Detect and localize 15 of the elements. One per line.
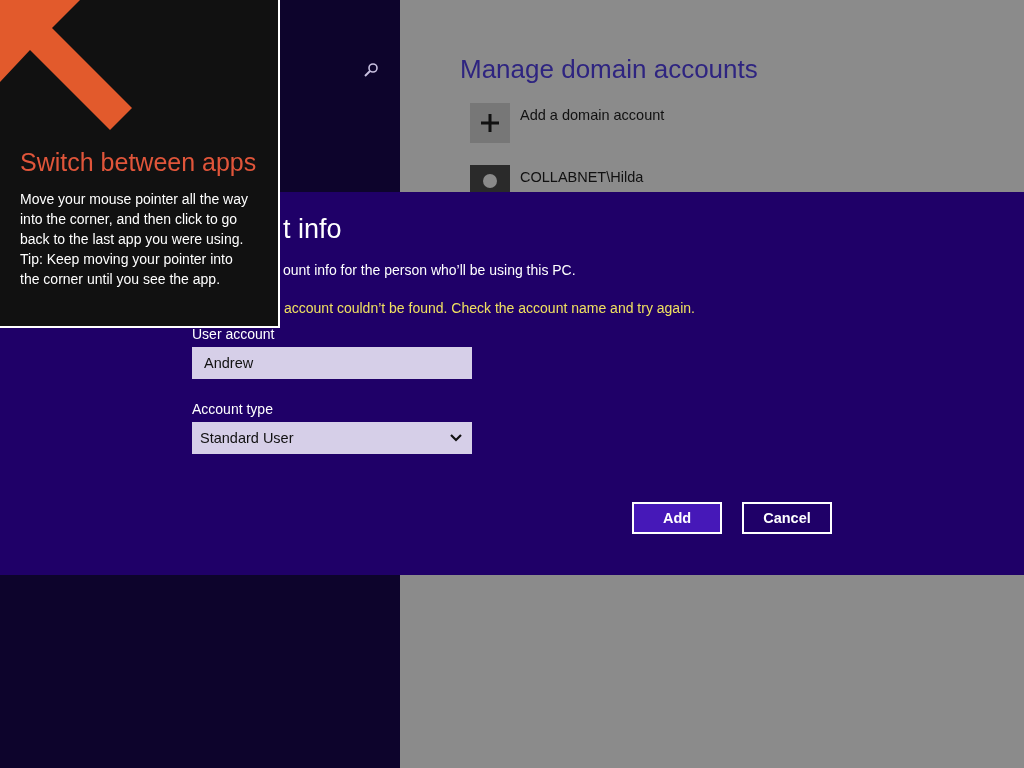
- tip-text: Move your mouse pointer all the way into the corner, and then click to go back to the last app you were using.: [20, 190, 249, 249]
- field-label: User account: [192, 326, 276, 342]
- tip-title: Switch between apps: [20, 148, 258, 177]
- tip-text: Tip: Keep moving your pointer into the corner until you see the app.: [20, 250, 234, 289]
- dialog-button[interactable]: Add: [632, 502, 722, 534]
- user-account-field[interactable]: Andrew: [192, 347, 472, 379]
- account-type-dropdown[interactable]: Standard User: [192, 422, 472, 454]
- account-label[interactable]: Add a domain account: [520, 103, 665, 123]
- settings-title: Manage domain accounts: [460, 54, 759, 85]
- error-message: account couldn’t be found. Check the account name and try again.: [284, 300, 696, 316]
- dialog-description: ount info for the person who’ll be using this PC.: [283, 262, 577, 278]
- dialog-title: t info: [283, 214, 343, 246]
- field-label: Account type: [192, 401, 274, 417]
- dialog-button[interactable]: Cancel: [742, 502, 832, 534]
- account-label[interactable]: COLLABNET\Hilda: [520, 165, 644, 185]
